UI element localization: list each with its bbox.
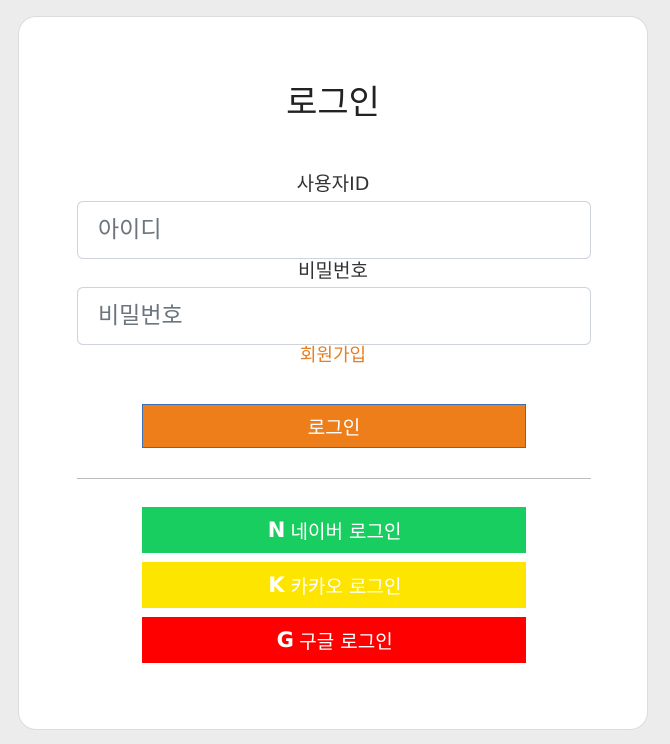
naver-n-icon: N <box>267 518 286 542</box>
password-label: 비밀번호 <box>298 260 368 282</box>
naver-login-label: 네이버 로그인 <box>290 520 402 543</box>
page-title: 로그인 <box>286 83 380 123</box>
google-login-button[interactable]: G 구글 로그인 <box>142 617 526 663</box>
naver-login-button[interactable]: N 네이버 로그인 <box>142 507 526 553</box>
kakao-login-button[interactable]: K 카카오 로그인 <box>142 562 526 608</box>
kakao-k-icon: K <box>268 573 285 597</box>
user-id-input[interactable] <box>77 201 591 259</box>
user-id-label: 사용자ID <box>296 173 370 195</box>
kakao-login-label: 카카오 로그인 <box>290 575 402 598</box>
divider <box>77 478 591 479</box>
password-input[interactable] <box>77 287 591 345</box>
google-login-label: 구글 로그인 <box>299 630 393 653</box>
login-card: 로그인 사용자ID 비밀번호 회원가입 로그인 N 네이버 로그인 K 카카오 … <box>18 16 648 730</box>
signup-link[interactable]: 회원가입 <box>19 345 647 367</box>
login-button[interactable]: 로그인 <box>142 404 526 448</box>
google-g-icon: G <box>276 628 294 652</box>
